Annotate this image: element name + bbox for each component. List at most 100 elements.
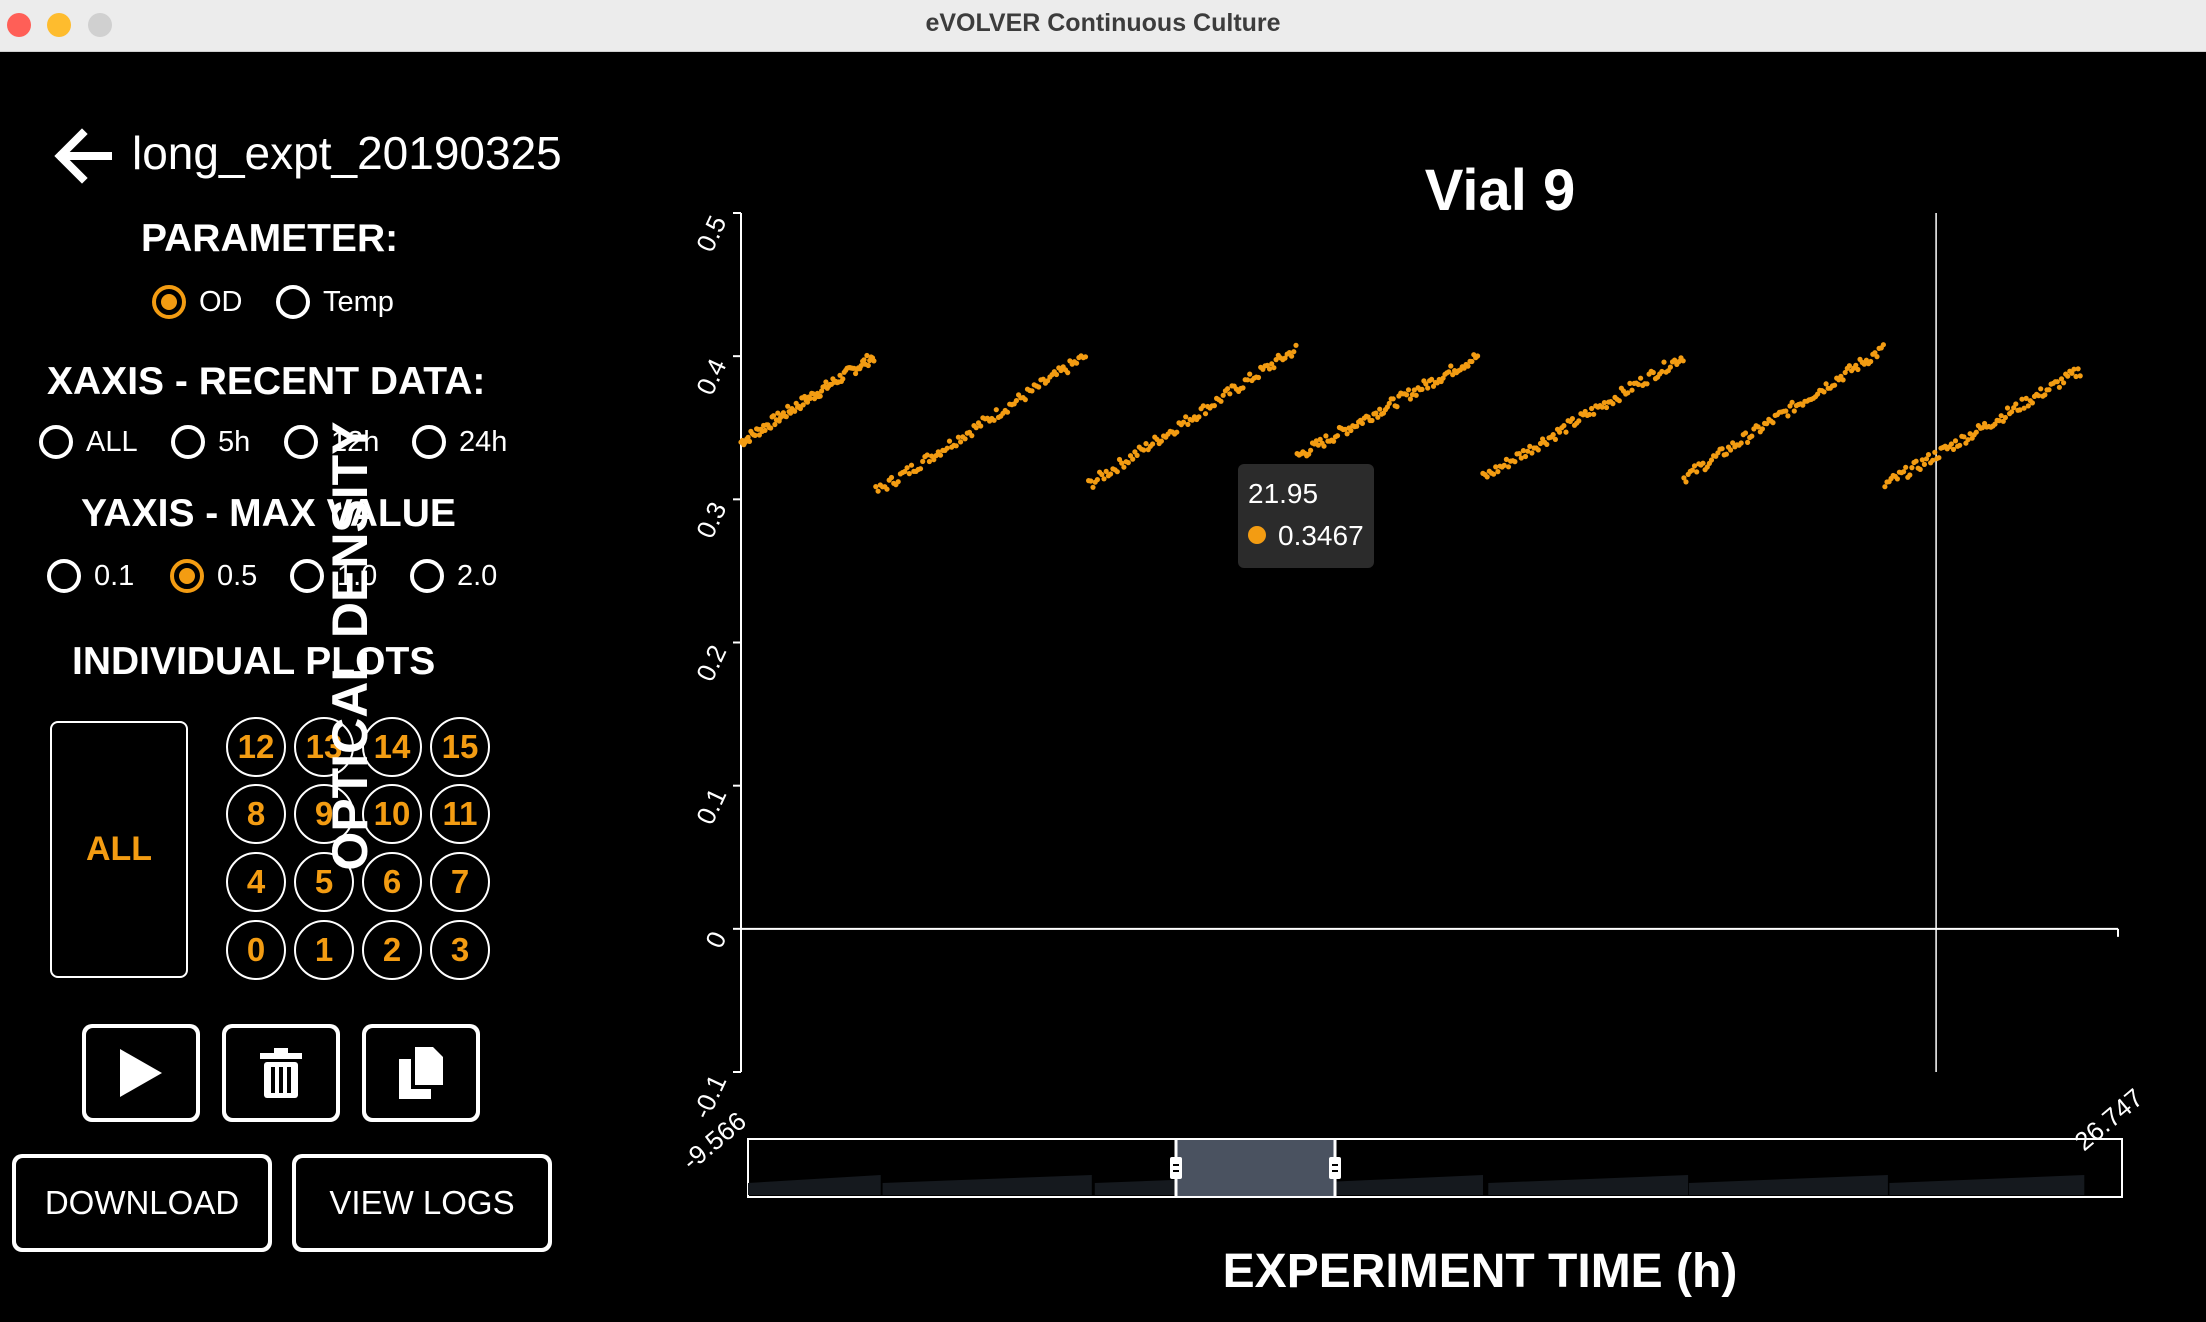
od-point — [1394, 404, 1400, 410]
od-point — [840, 376, 846, 382]
y-tick-label: 0.4 — [690, 354, 732, 399]
y-tick-label: 0.2 — [690, 640, 732, 685]
od-point — [1950, 446, 1957, 452]
od-point — [1004, 409, 1011, 415]
od-point — [1738, 440, 1744, 446]
od-point — [1331, 438, 1337, 444]
od-point — [1247, 371, 1253, 377]
od-point — [1840, 377, 1846, 383]
od-point — [1874, 354, 1880, 360]
od-point — [937, 452, 944, 458]
od-point — [958, 439, 964, 445]
od-point — [1425, 385, 1431, 391]
od-point — [2042, 392, 2048, 398]
od-point — [1334, 433, 1341, 439]
od-point — [1053, 371, 1060, 378]
od-point — [1200, 403, 1206, 409]
od-point — [1271, 365, 1277, 371]
y-tick-label: 0.1 — [690, 784, 732, 829]
od-point — [1359, 420, 1365, 426]
od-point — [978, 423, 984, 429]
od-data-points — [738, 342, 2083, 494]
od-point — [2013, 401, 2019, 407]
od-point — [1121, 464, 1127, 470]
od-point — [1291, 349, 1297, 355]
od-point — [861, 357, 867, 363]
od-point — [1036, 384, 1042, 390]
od-point — [1913, 458, 1919, 464]
tooltip-y-value: 0.3467 — [1278, 520, 1364, 551]
od-point — [1921, 461, 1927, 467]
od-point — [2046, 387, 2052, 393]
od-point — [1749, 433, 1755, 439]
od-point — [1377, 406, 1383, 412]
od-point — [1369, 417, 1375, 424]
od-point — [1903, 464, 1909, 470]
od-point — [873, 484, 879, 490]
range-slider-selection — [1176, 1140, 1335, 1196]
od-point — [2077, 373, 2083, 379]
od-point — [1180, 419, 1187, 425]
od-point — [1114, 469, 1120, 475]
od-point — [993, 407, 999, 413]
od-point — [1694, 469, 1700, 475]
od-point — [1227, 391, 1233, 397]
od-point — [1495, 469, 1501, 475]
od-point — [1419, 386, 1425, 392]
od-point — [1348, 427, 1354, 434]
od-point — [1174, 429, 1180, 435]
od-point — [1644, 381, 1650, 387]
od-point — [2029, 400, 2035, 406]
range-handle-grip-icon — [1329, 1157, 1341, 1179]
od-point — [1616, 398, 1622, 404]
od-chart[interactable]: -0.100.10.20.30.40.5 -9.566 26.747 — [0, 0, 2206, 1322]
od-point — [1832, 382, 1838, 388]
od-point — [1868, 358, 1874, 365]
od-point — [772, 421, 778, 428]
od-point — [2056, 384, 2062, 390]
od-point — [1289, 353, 1295, 359]
od-point — [1952, 438, 1959, 444]
od-point — [1550, 432, 1556, 438]
od-point — [1220, 392, 1226, 398]
od-point — [1196, 414, 1202, 420]
od-point — [917, 466, 924, 472]
range-slider[interactable]: -9.566 26.747 — [676, 1082, 2149, 1198]
od-point — [1522, 453, 1529, 460]
od-point — [1125, 460, 1131, 466]
od-point — [1948, 441, 1954, 447]
od-point — [1448, 363, 1454, 369]
od-point — [1244, 377, 1251, 383]
od-point — [1791, 408, 1797, 414]
od-point — [1321, 443, 1327, 449]
od-point — [2065, 373, 2071, 379]
od-point — [1629, 387, 1635, 393]
od-point — [1603, 404, 1610, 411]
od-point — [895, 479, 901, 485]
od-point — [2004, 405, 2011, 411]
od-point — [1882, 484, 1888, 490]
od-point — [1759, 426, 1765, 432]
od-point — [871, 358, 877, 364]
od-point — [1591, 411, 1597, 417]
od-point — [1255, 374, 1262, 381]
od-point — [762, 427, 768, 433]
od-point — [1512, 459, 1518, 465]
od-point — [1719, 446, 1725, 452]
od-point — [1610, 401, 1616, 407]
od-point — [1821, 389, 1827, 395]
chart-axes: -0.100.10.20.30.40.5 — [686, 211, 2119, 1123]
od-point — [1308, 447, 1314, 453]
od-point — [1557, 429, 1563, 435]
od-point — [904, 465, 910, 471]
od-point — [884, 486, 890, 492]
od-point — [969, 433, 975, 439]
od-point — [1469, 358, 1475, 365]
od-point — [1183, 414, 1189, 420]
od-point — [1544, 441, 1550, 447]
y-tick-label: 0 — [699, 927, 732, 953]
od-point — [1202, 411, 1209, 417]
od-point — [1569, 416, 1575, 422]
od-point — [1090, 484, 1096, 490]
od-point — [991, 417, 997, 423]
